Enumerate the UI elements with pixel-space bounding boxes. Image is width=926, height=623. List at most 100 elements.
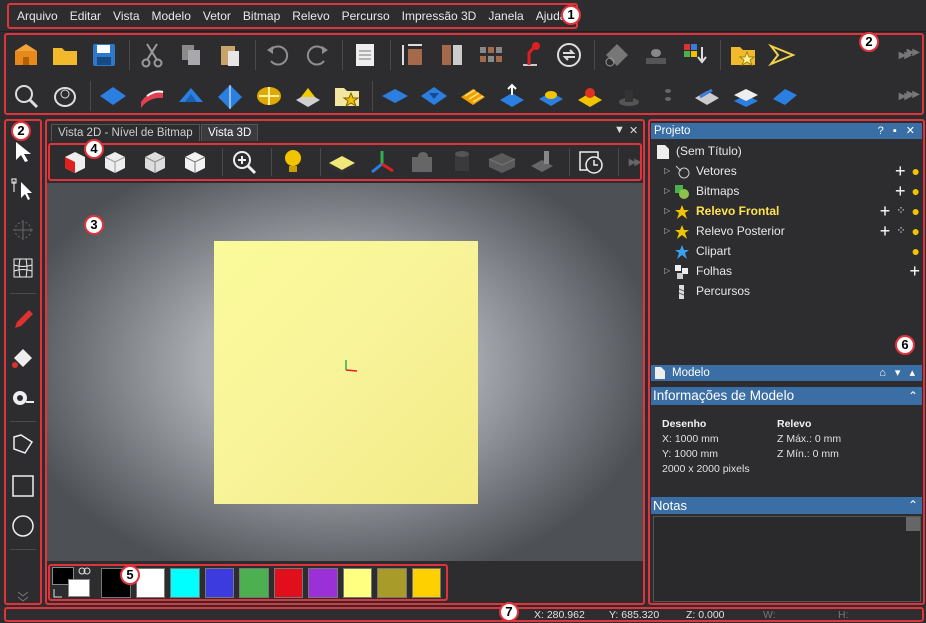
view-side-icon[interactable] (138, 146, 172, 178)
lighting-bulb-icon[interactable] (276, 146, 310, 178)
menu-percurso[interactable]: Percurso (336, 5, 396, 27)
ellipse-icon[interactable] (8, 511, 38, 541)
color-swatch[interactable] (377, 567, 407, 598)
save-button[interactable] (86, 38, 122, 72)
cut-button[interactable] (134, 38, 170, 72)
undo-button[interactable] (260, 38, 296, 72)
scrollbar-thumb[interactable] (906, 517, 920, 531)
node-edit-icon[interactable] (8, 175, 38, 205)
notes-document-button[interactable] (347, 38, 383, 72)
current-colors[interactable] (52, 565, 97, 599)
add-icon[interactable]: + (895, 161, 906, 181)
open-folder-button[interactable] (47, 38, 83, 72)
swap-colors-icon[interactable] (52, 587, 64, 599)
tree-item-bitmaps[interactable]: ▷ Bitmaps + ● (652, 181, 922, 201)
tab-3d-view[interactable]: Vista 3D (201, 124, 259, 141)
relief-plane-icon[interactable] (325, 146, 359, 178)
shape-fill-button[interactable] (599, 38, 635, 72)
menu-relevo[interactable]: Relevo (286, 5, 335, 27)
model-size-button[interactable] (395, 38, 431, 72)
split-view-button[interactable] (434, 38, 470, 72)
clipart-folder-button[interactable] (725, 38, 761, 72)
pencil-icon[interactable] (8, 305, 38, 335)
texture-lines-button[interactable] (455, 79, 491, 113)
transform-icon[interactable] (8, 215, 38, 245)
panel-controls[interactable]: ⌂ ▾ ▴ (879, 365, 918, 381)
grid-add-icon[interactable]: ⁘ (896, 221, 905, 241)
color-swatch[interactable] (273, 567, 304, 598)
relief-blob-button[interactable] (47, 79, 83, 113)
color-swatch[interactable] (308, 567, 338, 598)
add-icon[interactable]: + (895, 181, 906, 201)
weave-button[interactable] (251, 79, 287, 113)
collapse-icon[interactable]: ⌃ (908, 497, 918, 514)
stack-relief-button[interactable] (728, 79, 764, 113)
subtract-relief-button[interactable] (416, 79, 452, 113)
zoom-selection-button[interactable] (8, 79, 44, 113)
raise-relief-button[interactable] (494, 79, 530, 113)
color-swatch[interactable] (411, 567, 441, 598)
shape-editor-button[interactable] (95, 79, 131, 113)
texture-relief-button[interactable] (290, 79, 326, 113)
layers-down-button[interactable] (677, 38, 713, 72)
expand-arrow-icon[interactable]: ▷ (664, 261, 670, 281)
expand-arrow-icon[interactable]: ▷ (664, 201, 670, 221)
link-colors-icon[interactable] (78, 565, 92, 577)
panel-controls[interactable]: ? ▪ ✕ (878, 123, 918, 139)
tree-item-clipart[interactable]: Clipart ● (652, 241, 922, 261)
simulation-timer-icon[interactable] (574, 146, 608, 178)
add-relief-button[interactable] (377, 79, 413, 113)
relief-layers-button[interactable] (638, 38, 674, 72)
add-icon[interactable]: + (880, 201, 891, 221)
color-swatch[interactable] (135, 567, 166, 598)
grid-add-icon[interactable]: ⁘ (896, 201, 905, 221)
fold-relief-button[interactable] (767, 79, 803, 113)
tab-menu-icon[interactable]: ▼ (614, 124, 625, 136)
lamp-button[interactable] (512, 38, 548, 72)
material-block-icon[interactable] (485, 146, 519, 178)
axes-icon[interactable] (365, 146, 399, 178)
tree-item-folhas[interactable]: ▷ Folhas + (652, 261, 922, 281)
add-icon[interactable]: + (880, 221, 891, 241)
redo-button[interactable] (299, 38, 335, 72)
close-view-icon[interactable]: ✕ (629, 124, 638, 137)
menu-impressao-3d[interactable]: Impressão 3D (396, 5, 483, 27)
new-model-button[interactable] (8, 38, 44, 72)
pin-button[interactable] (650, 79, 686, 113)
menu-arquivo[interactable]: Arquivo (11, 5, 64, 27)
tree-item-relevo-posterior[interactable]: ▷ Relevo Posterior + ⁘ ● (652, 221, 922, 241)
more-view-tools-icon[interactable]: ▶▶ (629, 157, 642, 168)
collapse-icon[interactable]: ⌃ (908, 387, 918, 405)
add-icon[interactable]: + (909, 261, 920, 281)
color-swatch[interactable] (204, 567, 235, 598)
select-arrow-icon[interactable] (8, 137, 38, 167)
visibility-bulb-icon[interactable]: ● (912, 181, 920, 201)
tree-item-vetores[interactable]: ▷ Vetores + ● (652, 161, 922, 181)
measure-tape-icon[interactable] (8, 383, 38, 413)
paste-button[interactable] (212, 38, 248, 72)
expand-arrow-icon[interactable]: ▷ (664, 221, 670, 241)
tree-item-relevo-frontal[interactable]: ▷ Relevo Frontal + ⁘ ● (652, 201, 922, 221)
menu-bitmap[interactable]: Bitmap (237, 5, 286, 27)
tile-grid-button[interactable] (473, 38, 509, 72)
tree-item-percursos[interactable]: Percursos (652, 281, 922, 301)
send-button[interactable] (764, 38, 800, 72)
menu-modelo[interactable]: Modelo (146, 5, 197, 27)
turn-button[interactable] (212, 79, 248, 113)
visibility-bulb-icon[interactable]: ● (912, 201, 920, 221)
cylinder-button[interactable] (611, 79, 647, 113)
overflow-icon[interactable]: ▶▶ (907, 89, 920, 100)
fill-bucket-icon[interactable] (8, 343, 38, 373)
3d-viewport[interactable] (47, 183, 643, 561)
mesh-warp-icon[interactable] (8, 253, 38, 283)
visibility-bulb-icon[interactable]: ● (912, 221, 920, 241)
clipart-relief-button[interactable] (329, 79, 365, 113)
zoom-icon[interactable] (227, 146, 261, 178)
tree-root[interactable]: (Sem Título) (652, 141, 922, 161)
overflow-icon[interactable]: ▶▶ (907, 47, 920, 58)
rectangle-icon[interactable] (8, 471, 38, 501)
visibility-bulb-icon[interactable]: ● (912, 241, 920, 261)
color-swatch[interactable] (239, 567, 269, 598)
sync-button[interactable] (551, 38, 587, 72)
view-top-icon[interactable] (178, 146, 212, 178)
